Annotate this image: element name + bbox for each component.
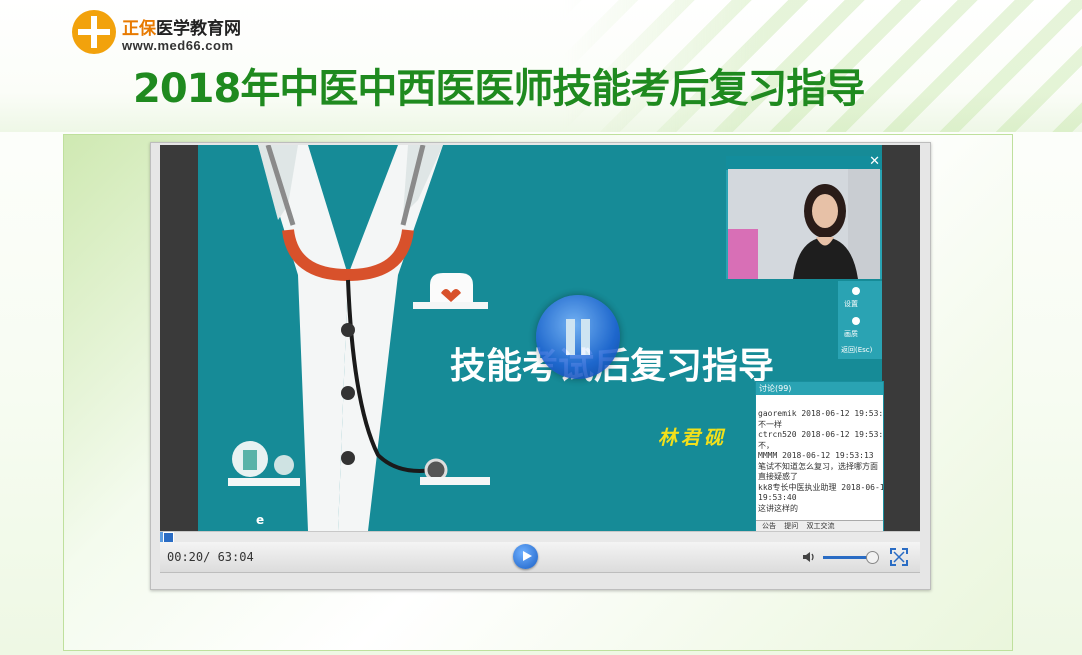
pause-overlay-icon[interactable] <box>536 295 620 379</box>
chat-tab-duplex[interactable]: 双工交流 <box>806 522 834 530</box>
presenter-image <box>728 169 880 279</box>
logo-text: 正保医学教育网 <box>122 14 241 39</box>
fullscreen-icon[interactable] <box>889 547 909 567</box>
chat-tab-notice[interactable]: 公告 <box>762 522 776 530</box>
chat-message: 不， <box>758 440 774 450</box>
volume-icon[interactable] <box>802 550 816 564</box>
logo-url: www.med66.com <box>122 38 234 53</box>
volume-knob[interactable] <box>866 551 879 564</box>
chat-message: 不一样 <box>758 419 782 429</box>
close-icon[interactable]: ✕ <box>869 154 880 169</box>
chat-tabs: 公告 提问 双工交流 <box>756 520 883 531</box>
chat-message: MMMM 2018-06-12 19:53:13 <box>758 451 874 460</box>
chat-message: ctrcn520 2018-06-12 19:53:13 <box>758 430 884 439</box>
pause-bar-right <box>581 319 590 355</box>
side-button-panel: 设置 画质 返回(Esc) <box>838 281 882 359</box>
chat-message: 笔试不知道怎么复习，选择哪方面 <box>758 461 878 471</box>
webcam-video <box>728 169 880 279</box>
logo-icon <box>72 10 116 54</box>
settings-icon[interactable] <box>852 287 860 295</box>
play-button[interactable] <box>513 544 538 569</box>
time-display: 00:20/ 63:04 <box>167 550 254 564</box>
page-header: 正保医学教育网 www.med66.com 2018年中医中西医医师技能考后复习… <box>0 0 1082 132</box>
lecturer-name: 林君砚 <box>658 427 728 449</box>
chat-tab-question[interactable]: 提问 <box>784 522 798 530</box>
quality-icon[interactable] <box>852 317 860 325</box>
control-bar: 00:20/ 63:04 <box>160 542 920 573</box>
exit-button[interactable]: 返回(Esc) <box>841 345 872 355</box>
chat-panel: 讨论(99) gaoremik 2018-06-12 19:53:13 不一样 … <box>755 381 884 532</box>
chat-message: kk8专长中医执业助理 2018-06-1 <box>758 482 884 492</box>
logo-name: 医学教育网 <box>156 19 241 39</box>
chat-message: 直接疑惑了 <box>758 472 798 481</box>
pause-bar-left <box>566 319 575 355</box>
ie-icon: e <box>256 513 265 527</box>
logo-brand: 正保 <box>122 19 156 39</box>
webcam-titlebar: ✕ <box>726 154 882 170</box>
chat-header: 讨论(99) <box>756 382 883 395</box>
settings-label: 设置 <box>844 300 858 308</box>
quality-label: 画质 <box>844 330 858 338</box>
chat-message: 这讲这样的 <box>758 503 798 513</box>
chat-message: 19:53:40 <box>758 493 797 502</box>
webcam-panel: ✕ <box>726 154 882 279</box>
chat-message: gaoremik 2018-06-12 19:53:13 <box>758 409 884 418</box>
time-total: 63:04 <box>217 550 254 564</box>
page-title: 2018年中医中西医医师技能考后复习指导 <box>133 66 865 112</box>
time-current: 00:20 <box>167 550 204 564</box>
